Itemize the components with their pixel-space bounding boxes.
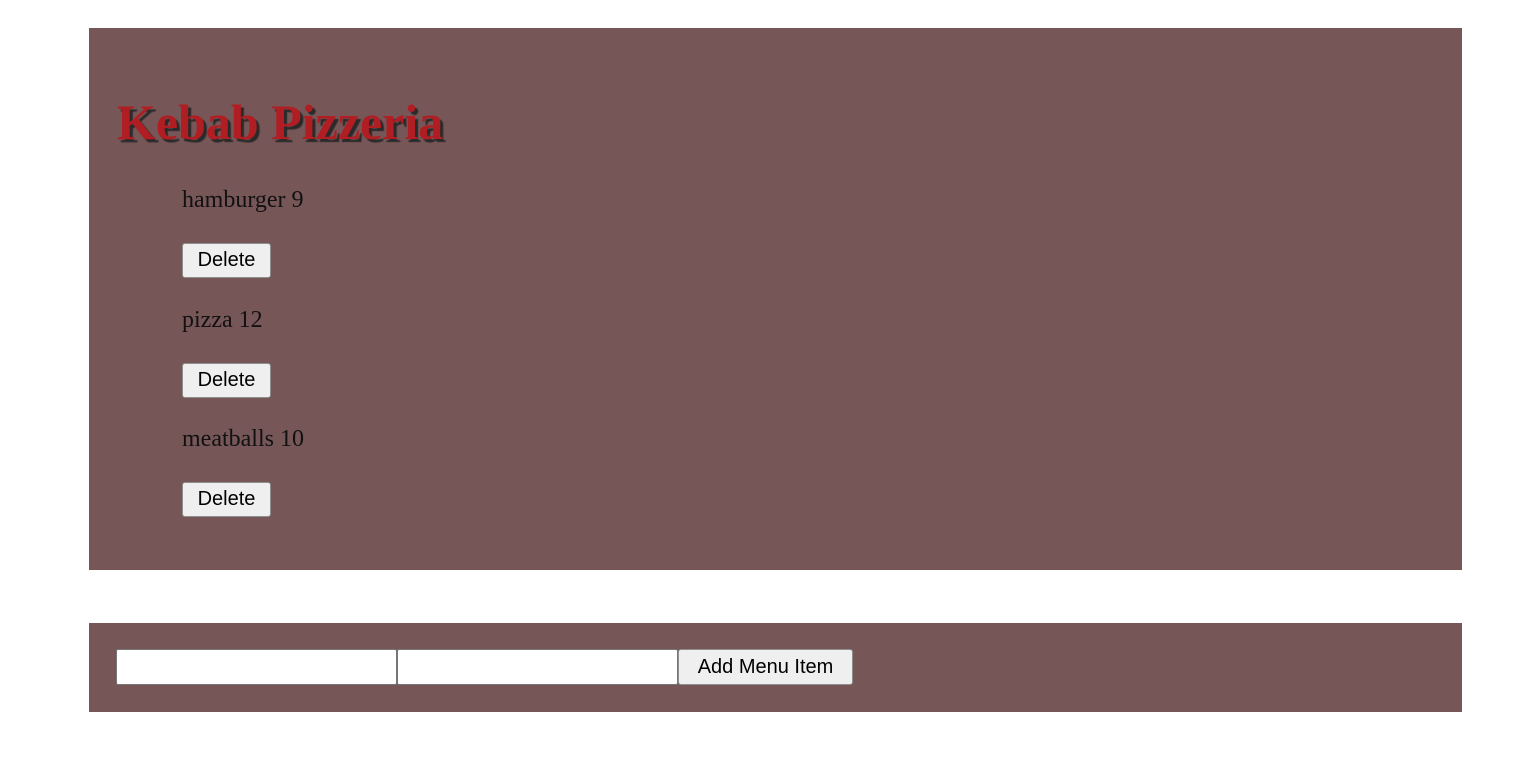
add-menu-item-button[interactable]: Add Menu Item: [678, 649, 853, 685]
delete-meatballs-button[interactable]: Delete: [182, 482, 271, 517]
page-title: Kebab Pizzeria: [117, 94, 444, 150]
delete-pizza-button[interactable]: Delete: [182, 363, 271, 398]
item-name-input[interactable]: [116, 649, 397, 685]
menu-item-label: hamburger 9: [182, 187, 304, 213]
menu-item-label: meatballs 10: [182, 426, 304, 452]
delete-hamburger-button[interactable]: Delete: [182, 243, 271, 278]
menu-item-label: pizza 12: [182, 307, 263, 333]
menu-panel: Kebab Pizzeria hamburger 9 Delete pizza …: [89, 28, 1462, 570]
add-menu-item-form: Add Menu Item: [89, 623, 1462, 712]
item-price-input[interactable]: [397, 649, 678, 685]
